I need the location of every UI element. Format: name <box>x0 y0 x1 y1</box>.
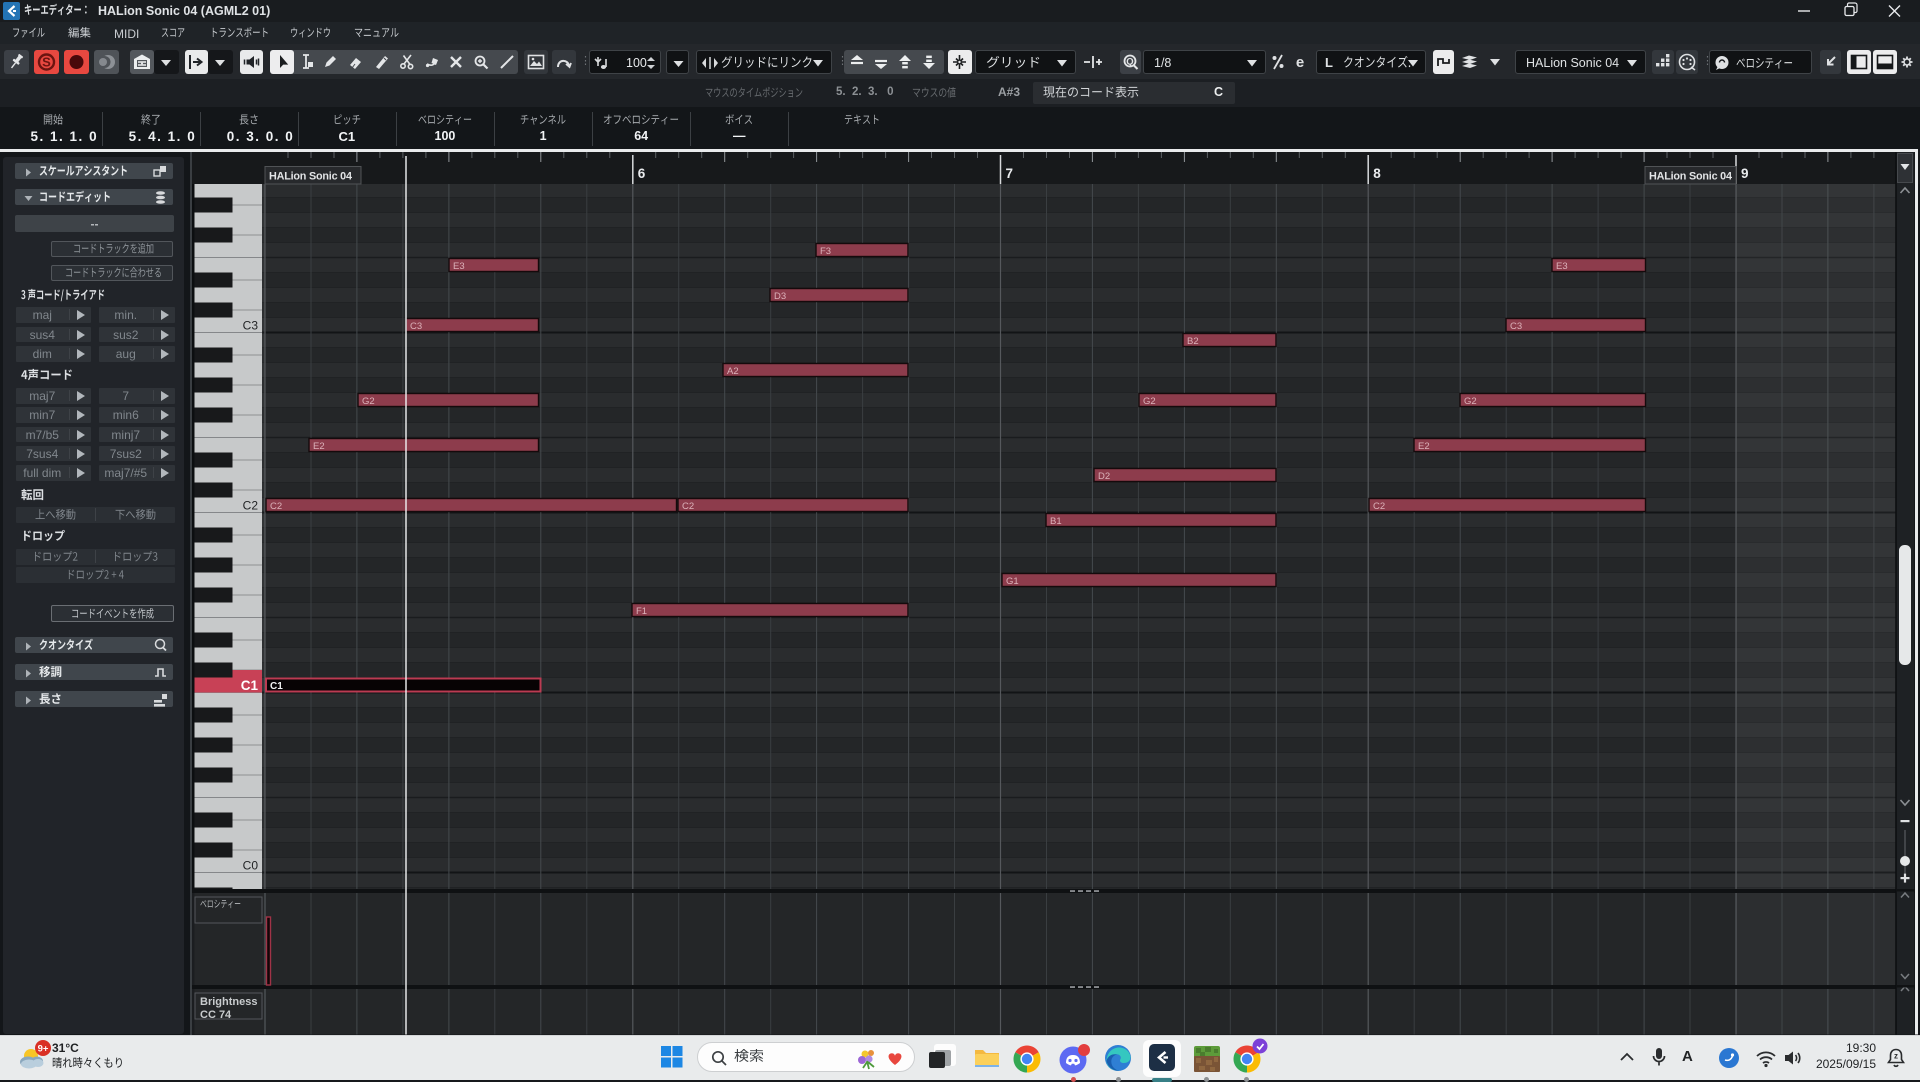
svg-text:Brightness: Brightness <box>200 996 257 1008</box>
svg-text:6: 6 <box>638 166 646 181</box>
svg-text:G2: G2 <box>1143 396 1156 407</box>
svg-text:E3: E3 <box>453 261 465 272</box>
svg-text:C2: C2 <box>1373 501 1385 512</box>
svg-text:z: z <box>1894 1052 1898 1061</box>
svg-text:B2: B2 <box>1187 336 1199 347</box>
svg-text:F3: F3 <box>820 246 831 257</box>
svg-text:D3: D3 <box>774 291 786 302</box>
svg-text:G2: G2 <box>362 396 375 407</box>
svg-text:CC 74: CC 74 <box>200 1009 232 1021</box>
svg-text:C3: C3 <box>410 321 422 332</box>
svg-text:C3: C3 <box>1510 321 1522 332</box>
svg-text:C1: C1 <box>241 678 259 693</box>
svg-text:7: 7 <box>1006 166 1014 181</box>
svg-text:C0: C0 <box>243 859 259 873</box>
svg-text:G1: G1 <box>1006 576 1019 587</box>
svg-text:E3: E3 <box>1556 261 1568 272</box>
svg-text:S: S <box>42 55 51 70</box>
svg-text:9+: 9+ <box>38 1044 49 1055</box>
svg-text:G2: G2 <box>1464 396 1477 407</box>
svg-text:B1: B1 <box>1050 516 1062 527</box>
svg-text:C2: C2 <box>682 501 694 512</box>
svg-text:C3: C3 <box>243 319 259 333</box>
svg-text:C2: C2 <box>270 501 282 512</box>
svg-text:8: 8 <box>1373 166 1381 181</box>
svg-text:e: e <box>1296 54 1304 71</box>
svg-text:E2: E2 <box>313 441 325 452</box>
svg-text:HALion Sonic 04: HALion Sonic 04 <box>1649 171 1732 183</box>
svg-text:C1: C1 <box>270 681 283 692</box>
svg-text:D2: D2 <box>1098 471 1110 482</box>
svg-text:Q: Q <box>1126 57 1133 68</box>
svg-text:9: 9 <box>1741 166 1749 181</box>
svg-text:HALion Sonic 04: HALion Sonic 04 <box>269 171 352 183</box>
svg-text:F1: F1 <box>636 606 647 617</box>
svg-text:E2: E2 <box>1418 441 1430 452</box>
svg-text:A2: A2 <box>727 366 739 377</box>
svg-text:C2: C2 <box>243 499 259 513</box>
